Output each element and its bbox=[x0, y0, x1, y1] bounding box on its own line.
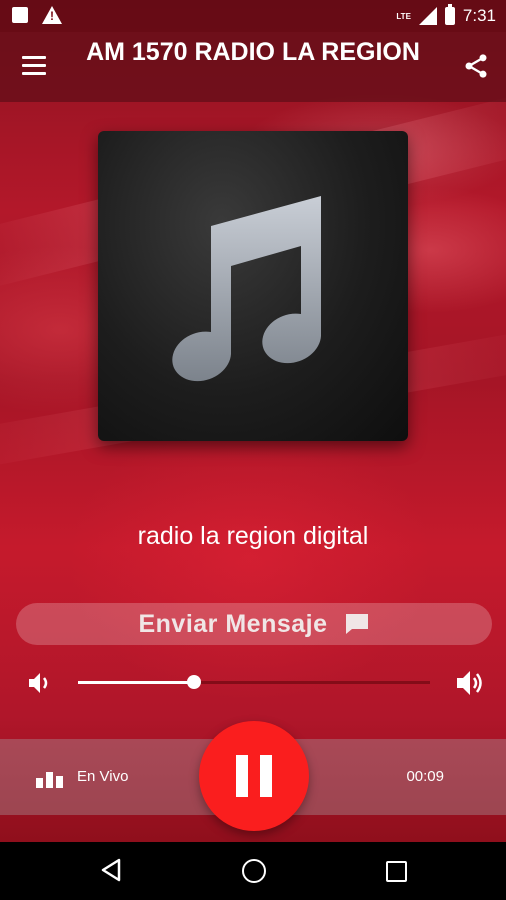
album-art bbox=[98, 131, 408, 441]
clock: 7:31 bbox=[462, 6, 496, 25]
battery-icon bbox=[444, 4, 455, 25]
volume-slider[interactable] bbox=[78, 675, 430, 689]
system-nav-bar bbox=[0, 842, 506, 900]
back-icon[interactable] bbox=[100, 858, 122, 882]
send-message-button[interactable]: Enviar Mensaje bbox=[16, 603, 492, 645]
network-type: LTE bbox=[396, 11, 411, 21]
status-bar: LTE 7:31 bbox=[0, 0, 506, 32]
pause-button[interactable] bbox=[199, 721, 309, 831]
share-icon[interactable] bbox=[462, 52, 490, 80]
pause-icon bbox=[260, 755, 272, 797]
music-note-icon bbox=[172, 196, 321, 382]
chat-bubble-icon bbox=[345, 614, 368, 634]
volume-high-icon[interactable] bbox=[454, 668, 484, 698]
station-name: radio la region digital bbox=[137, 522, 369, 550]
send-message-label: Enviar Mensaje bbox=[138, 609, 328, 638]
volume-low-icon[interactable] bbox=[26, 670, 52, 696]
signal-icon bbox=[418, 7, 437, 25]
pause-icon bbox=[236, 755, 248, 797]
page-title: AM 1570 RADIO LA REGION bbox=[86, 38, 420, 66]
app-toolbar: AM 1570 RADIO LA REGION bbox=[0, 32, 506, 102]
bar-chart-icon bbox=[36, 770, 63, 788]
home-icon[interactable] bbox=[242, 859, 266, 883]
volume-slider-fill bbox=[78, 681, 195, 684]
hamburger-menu-icon[interactable] bbox=[22, 56, 46, 76]
notification-icon bbox=[12, 7, 28, 23]
elapsed-time: 00:09 bbox=[406, 768, 444, 785]
warning-icon bbox=[42, 6, 62, 24]
live-label: En Vivo bbox=[77, 768, 129, 785]
recent-apps-icon[interactable] bbox=[386, 861, 407, 882]
